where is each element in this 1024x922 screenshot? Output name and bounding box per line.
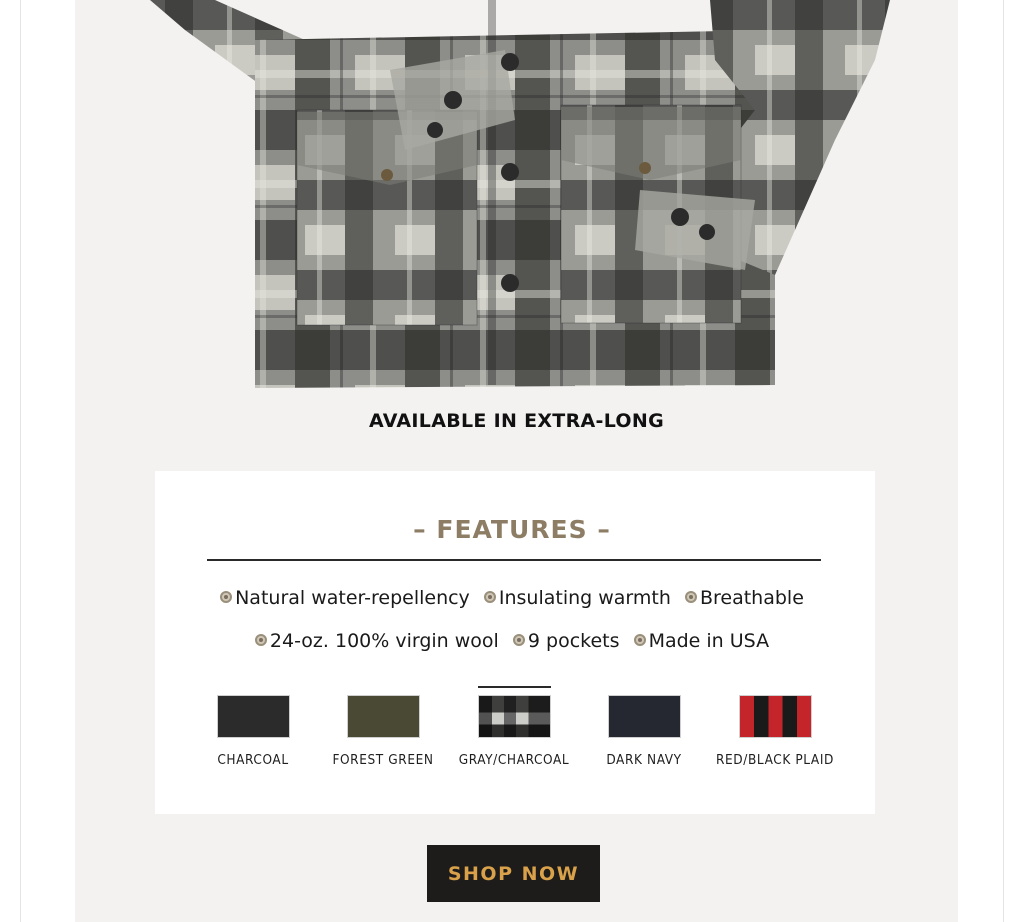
swatch-label: CHARCOAL <box>217 752 289 768</box>
feature-item: Natural water-repellency <box>220 587 470 609</box>
frame-divider-left <box>20 0 21 922</box>
frame-divider-right <box>1003 0 1004 922</box>
swatch-charcoal[interactable] <box>216 695 290 738</box>
selected-indicator <box>347 686 420 688</box>
feature-label: Insulating warmth <box>498 587 671 609</box>
swatch-gray-charcoal[interactable] <box>477 695 551 738</box>
feature-item: Made in USA <box>633 630 770 652</box>
bullet-icon <box>512 633 525 646</box>
swatch-dark-navy[interactable] <box>607 695 681 738</box>
swatch-label: GRAY/CHARCOAL <box>458 752 570 768</box>
features-title: – FEATURES – <box>413 515 611 544</box>
swatch-label: DARK NAVY <box>606 752 682 768</box>
headline-extra-long: AVAILABLE IN EXTRA-LONG <box>369 410 664 432</box>
swatch-option-charcoal[interactable]: CHARCOAL <box>183 686 323 768</box>
swatch-forest-green[interactable] <box>346 695 420 738</box>
selected-indicator <box>608 686 681 688</box>
selected-indicator <box>477 686 551 688</box>
shop-now-button[interactable]: SHOP NOW <box>427 845 600 902</box>
swatch-option-forest-green[interactable]: FOREST GREEN <box>313 686 453 768</box>
feature-label: 9 pockets <box>527 630 620 652</box>
bullet-icon <box>254 633 267 646</box>
feature-item: Breathable <box>684 587 804 609</box>
swatch-label: RED/BLACK PLAID <box>716 752 834 768</box>
selected-indicator <box>217 686 290 688</box>
feature-item: 24-oz. 100% virgin wool <box>254 630 499 652</box>
bullet-icon <box>633 633 646 646</box>
bullet-icon <box>684 590 697 603</box>
swatch-option-gray-charcoal[interactable]: GRAY/CHARCOAL <box>444 686 584 768</box>
product-image-plaid-jacket[interactable] <box>75 0 958 400</box>
features-row-2: 24-oz. 100% virgin wool 9 pockets Made i… <box>0 630 1024 652</box>
swatch-option-red-black-plaid[interactable]: RED/BLACK PLAID <box>705 686 845 768</box>
selected-indicator <box>739 686 812 688</box>
feature-item: 9 pockets <box>512 630 620 652</box>
swatch-option-dark-navy[interactable]: DARK NAVY <box>574 686 714 768</box>
feature-item: Insulating warmth <box>483 587 671 609</box>
swatch-label: FOREST GREEN <box>332 752 434 768</box>
features-divider <box>207 559 821 561</box>
bullet-icon <box>220 590 233 603</box>
feature-label: Made in USA <box>648 630 770 652</box>
feature-label: 24-oz. 100% virgin wool <box>269 630 499 652</box>
feature-label: Natural water-repellency <box>235 587 470 609</box>
swatch-red-black-plaid[interactable] <box>738 695 812 738</box>
feature-label: Breathable <box>699 587 804 609</box>
bullet-icon <box>483 590 496 603</box>
features-row-1: Natural water-repellency Insulating warm… <box>0 587 1024 609</box>
